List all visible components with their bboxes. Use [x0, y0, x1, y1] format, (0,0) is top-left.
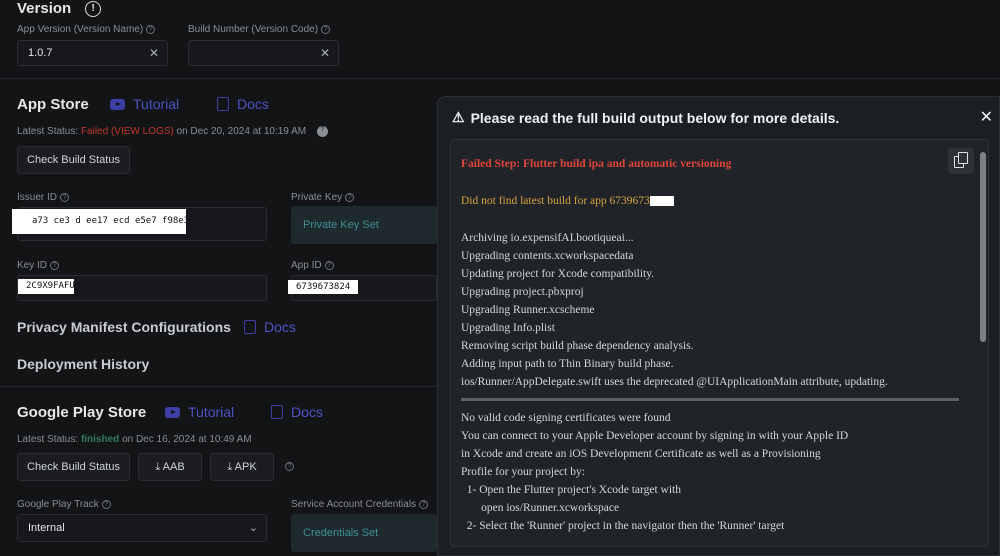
docs-label: Docs	[237, 96, 269, 112]
view-logs-link[interactable]: Failed (VIEW LOGS)	[81, 126, 174, 137]
log-line: Profile for your project by:	[461, 466, 585, 478]
log-line: ios/Runner/AppDelegate.swift uses the de…	[461, 376, 888, 388]
app-id-redacted: 6739673824	[288, 280, 358, 294]
not-found-line: Did not find latest build for app 673967…	[461, 195, 674, 207]
copy-icon[interactable]	[948, 148, 974, 174]
build-number-label: Build Number (Version Code)?	[188, 24, 331, 35]
youtube-icon	[110, 98, 125, 110]
log-line: Adding input path to Thin Binary build p…	[461, 358, 674, 370]
warning-icon: ⚠	[452, 109, 465, 125]
google-play-track-select[interactable]: Internal ⌄	[17, 514, 267, 542]
chevron-down-icon: ⌄	[248, 522, 258, 534]
download-apk-button[interactable]: ⤓ APK	[210, 453, 274, 481]
private-key-label: Private Key?	[291, 192, 355, 203]
log-line: Upgrading project.pbxproj	[461, 286, 584, 298]
app-store-tutorial-link[interactable]: Tutorial	[110, 96, 179, 112]
close-icon[interactable]: ✕	[980, 107, 993, 127]
log-line: Upgrading contents.xcworkspacedata	[461, 250, 634, 262]
scrollbar-thumb[interactable]	[980, 152, 986, 342]
log-line: Removing script build phase dependency a…	[461, 340, 694, 352]
clear-icon[interactable]: ✕	[320, 41, 330, 65]
document-icon	[271, 405, 283, 419]
docs-label: Docs	[264, 319, 296, 335]
version-title-text: Version	[17, 0, 72, 17]
google-play-docs-link[interactable]: Docs	[271, 404, 323, 420]
finished-status: finished	[80, 434, 120, 445]
service-account-label: Service Account Credentials?	[291, 499, 429, 510]
redaction-mark	[649, 196, 674, 207]
help-icon: ?	[419, 499, 429, 509]
help-icon: ?	[50, 260, 60, 270]
credentials-status: Credentials Set	[291, 514, 437, 552]
google-play-check-build-status-button[interactable]: Check Build Status	[17, 453, 130, 481]
tutorial-label: Tutorial	[133, 96, 180, 112]
app-version-input[interactable]: 1.0.7 ✕	[17, 40, 168, 66]
app-store-docs-link[interactable]: Docs	[217, 96, 269, 112]
help-icon: ?	[60, 192, 70, 202]
privacy-manifest-title: Privacy Manifest Configurations	[17, 319, 231, 335]
help-icon: ?	[285, 462, 294, 471]
google-play-title: Google Play Store	[17, 404, 147, 421]
help-icon: ?	[146, 24, 156, 34]
help-icon: ?	[316, 126, 328, 137]
info-icon: !	[85, 0, 102, 17]
google-play-tutorial-link[interactable]: Tutorial	[165, 404, 234, 420]
log-line: Upgrading Runner.xcscheme	[461, 304, 595, 316]
app-store-check-build-status-button[interactable]: Check Build Status	[17, 146, 130, 174]
log-line: 1- Open the Flutter project's Xcode targ…	[461, 484, 681, 496]
download-aab-button[interactable]: ⤓ AAB	[138, 453, 202, 481]
log-line: Updating project for Xcode compatibility…	[461, 268, 655, 280]
clear-icon[interactable]: ✕	[149, 41, 159, 65]
log-separator	[461, 398, 959, 401]
privacy-docs-link[interactable]: Docs	[244, 319, 296, 335]
app-store-title: App Store	[17, 96, 89, 113]
build-number-input[interactable]: ✕	[188, 40, 339, 66]
help-icon: ?	[345, 192, 355, 202]
version-title: Version !	[17, 0, 102, 17]
track-value: Internal	[28, 522, 65, 534]
log-line: No valid code signing certificates were …	[461, 412, 671, 424]
log-line: in Xcode and create an iOS Development C…	[461, 448, 821, 460]
log-line: open ios/Runner.xcworkspace	[461, 502, 620, 514]
document-icon	[244, 320, 256, 334]
youtube-icon	[165, 406, 180, 418]
key-id-redacted: 2C9X9FAFU	[18, 279, 74, 294]
app-id-label: App ID?	[291, 260, 334, 271]
scrollbar[interactable]	[980, 142, 986, 544]
modal-title: ⚠ Please read the full build output belo…	[452, 109, 839, 126]
log-line: 2- Select the 'Runner' project in the na…	[461, 520, 785, 532]
deployment-history-title[interactable]: Deployment History	[17, 356, 149, 372]
divider	[0, 78, 1000, 79]
issuer-id-label: Issuer ID?	[17, 192, 70, 203]
build-log: Failed Step: Flutter build ipa and autom…	[450, 139, 989, 547]
download-icon: ⤓	[155, 461, 161, 473]
log-line: You can connect to your Apple Developer …	[461, 430, 849, 442]
private-key-status: Private Key Set	[291, 206, 437, 244]
build-log-modal: ⚠ Please read the full build output belo…	[437, 96, 1000, 556]
help-icon: ?	[324, 260, 334, 270]
log-line: Archiving io.expensifAI.bootiqueai...	[461, 232, 634, 244]
key-id-label: Key ID?	[17, 260, 60, 271]
docs-label: Docs	[291, 404, 323, 420]
issuer-id-redacted: a73 ce3 d ee17 ecd e5e7 f98e34	[12, 209, 186, 234]
failed-step-line: Failed Step: Flutter build ipa and autom…	[461, 158, 732, 170]
app-version-value: 1.0.7	[28, 47, 53, 59]
help-icon: ?	[101, 499, 111, 509]
document-icon	[217, 97, 229, 111]
log-line: Upgrading Info.plist	[461, 322, 555, 334]
modal-title-text: Please read the full build output below …	[470, 109, 840, 126]
google-play-track-label: Google Play Track?	[17, 499, 111, 510]
app-version-label: App Version (Version Name)?	[17, 24, 156, 35]
app-store-status: Latest Status: Failed (VIEW LOGS) on Dec…	[17, 126, 328, 137]
download-icon: ⤓	[227, 461, 233, 473]
help-icon: ?	[321, 24, 331, 34]
tutorial-label: Tutorial	[188, 404, 235, 420]
google-play-status: Latest Status: finished on Dec 16, 2024 …	[17, 434, 252, 445]
